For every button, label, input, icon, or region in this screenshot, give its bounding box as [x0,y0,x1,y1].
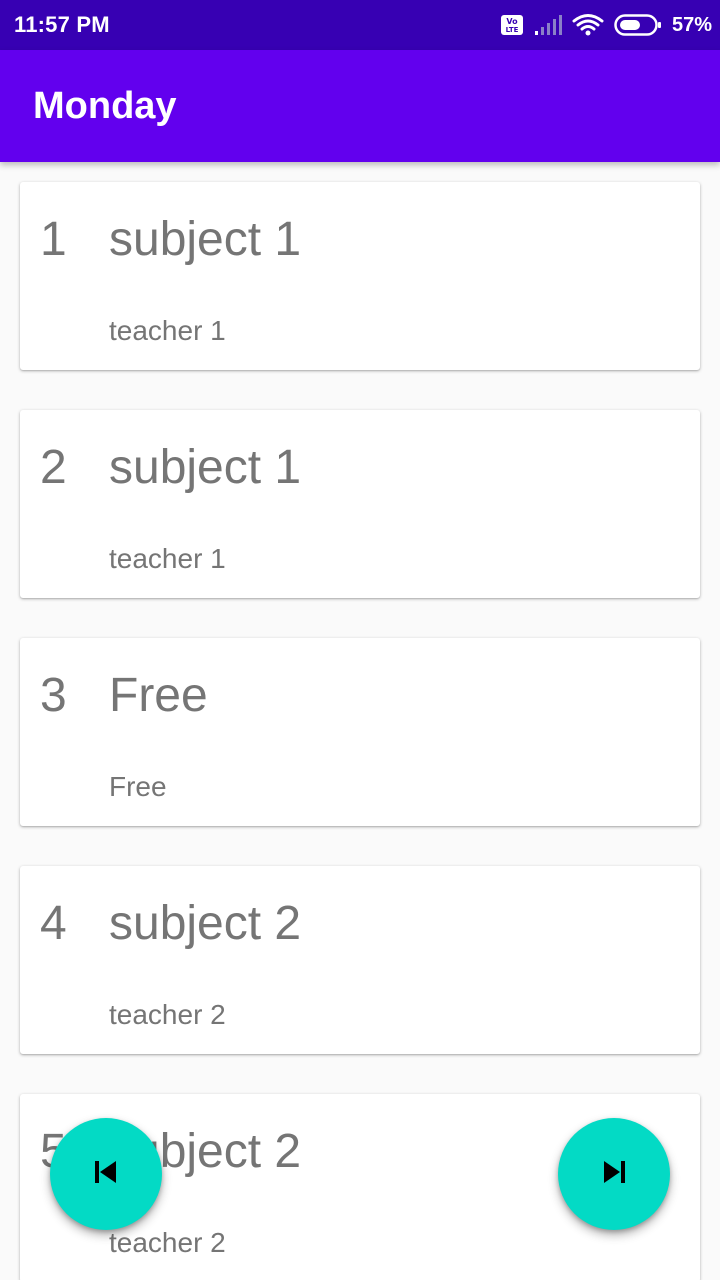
volte-icon: Vo LTE [500,14,524,36]
period-teacher: teacher 2 [109,999,226,1030]
battery-percent: 57% [671,13,712,36]
period-subject: subject 1 [109,441,302,494]
period-subject: subject 2 [109,897,302,950]
period-subject: Free [109,669,208,722]
period-number: 2 [40,441,67,494]
svg-text:LTE: LTE [506,26,519,34]
period-teacher: teacher 2 [109,1227,226,1258]
period-card[interactable]: 1 subject 1 teacher 1 [20,182,700,370]
skip-next-icon [600,1158,628,1191]
period-card[interactable]: 3 Free Free [20,638,700,826]
period-number: 3 [40,669,67,722]
period-card[interactable]: 2 subject 1 teacher 1 [20,410,700,598]
period-card[interactable]: 4 subject 2 teacher 2 [20,866,700,1054]
period-number: 1 [40,213,67,266]
next-day-button[interactable] [558,1118,670,1230]
signal-icon [534,14,562,36]
page-title: Monday [33,84,177,127]
period-teacher: teacher 1 [109,315,226,346]
battery-icon [614,13,662,37]
status-bar: 11:57 PM Vo LTE 57% [0,0,720,50]
svg-text:Vo: Vo [506,17,518,26]
skip-previous-icon [92,1158,120,1191]
period-number: 4 [40,897,67,950]
period-teacher: Free [109,771,167,802]
wifi-icon [572,13,604,37]
period-subject: subject 1 [109,213,302,266]
period-teacher: teacher 1 [109,543,226,574]
previous-day-button[interactable] [50,1118,162,1230]
period-list[interactable]: 1 subject 1 teacher 1 2 subject 1 teache… [0,162,720,1280]
status-icons: Vo LTE 57% [500,13,712,37]
app-bar: Monday [0,50,720,162]
status-time: 11:57 PM [14,12,110,37]
